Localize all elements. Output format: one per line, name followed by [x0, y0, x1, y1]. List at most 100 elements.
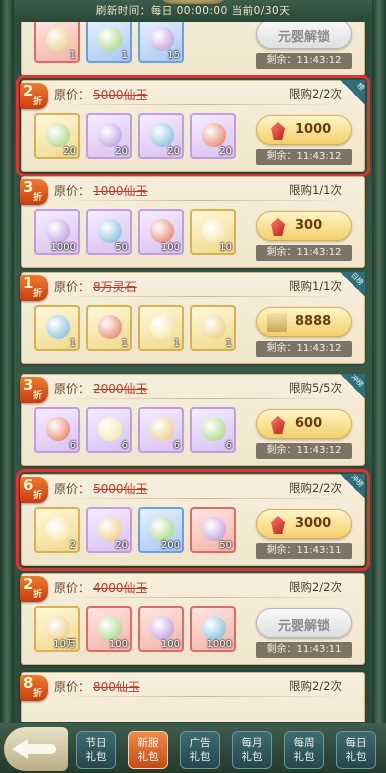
tab-label-line2: 礼包 [241, 751, 263, 763]
reward-item-icon [150, 616, 174, 640]
reward-item[interactable]: 100 [138, 209, 184, 255]
reward-item[interactable]: 20 [190, 113, 236, 159]
reward-item-icon [98, 315, 122, 339]
buy-button[interactable]: 1000 [256, 115, 352, 145]
tab-1[interactable]: 节日 礼包 [76, 731, 116, 769]
jade-gem-icon [271, 416, 285, 434]
reward-item-icon [46, 417, 70, 441]
buy-button[interactable]: 300 [256, 211, 352, 241]
reward-items: 20 20 20 20 [34, 113, 242, 161]
reward-item[interactable]: 20 [86, 507, 132, 553]
gift-pack: 3 折原价： 2000仙玉 限购5/5次 冲榜 6 6 6 6 600 剩余：11:43:12 [20, 373, 365, 466]
reward-item[interactable]: 1 [190, 305, 236, 351]
purchase-limit: 限购2/2次 [288, 481, 342, 495]
reward-quantity: 6 [173, 440, 180, 451]
remaining-time: 剩余：11:43:12 [256, 149, 352, 165]
ranking-corner-tag: 冲榜 [339, 473, 365, 498]
unlock-button[interactable]: 元婴解锁 [256, 22, 352, 49]
reward-item[interactable]: 100 [86, 606, 132, 652]
reward-quantity: 1 [121, 338, 128, 349]
price-label: 元婴解锁 [277, 619, 330, 634]
reward-item[interactable]: 6 [138, 407, 184, 453]
tab-5[interactable]: 每周 礼包 [284, 731, 324, 769]
reward-quantity: 1 [69, 50, 76, 61]
unlock-button[interactable]: 元婴解锁 [256, 608, 352, 638]
reward-item[interactable]: 1 [86, 305, 132, 351]
discount-badge: 3折 [20, 178, 48, 205]
reward-item-icon [46, 219, 70, 243]
reward-item[interactable]: 100 [138, 606, 184, 652]
gift-pack: 3 折原价： 1000仙玉 限购1/1次 1000 50 100 10 300 剩余：11:43:… [20, 176, 365, 268]
reward-item-icon [150, 315, 174, 339]
reward-quantity: 50 [115, 242, 128, 253]
price-label: 600 [295, 416, 323, 431]
reward-item[interactable]: 1 [86, 22, 132, 63]
reward-quantity: 1 [225, 338, 232, 349]
price-label: 300 [295, 218, 323, 233]
original-price: 800仙玉 [93, 680, 140, 694]
discount-unit: 折 [33, 193, 43, 203]
reward-item-icon [202, 417, 226, 441]
purchase-limit: 限购5/5次 [288, 381, 342, 395]
reward-quantity: 50 [219, 540, 232, 551]
original-price: 8万灵石 [93, 280, 137, 294]
reward-quantity: 15 [167, 50, 180, 61]
reward-items: 1 1 1 1 [34, 305, 242, 353]
reward-item[interactable]: 1 [34, 305, 80, 351]
discount-badge: 6折 [20, 476, 48, 503]
discount-badge: 3折 [20, 376, 48, 403]
reward-item[interactable]: 6 [190, 407, 236, 453]
tab-label-line1: 每日 [345, 737, 367, 749]
original-price: 2000仙玉 [93, 382, 148, 396]
buy-button[interactable]: 8888 [256, 307, 352, 337]
reward-item[interactable]: 2 [34, 507, 80, 553]
reward-item[interactable]: 50 [86, 209, 132, 255]
reward-quantity: 100 [160, 639, 180, 650]
buy-button[interactable]: 600 [256, 409, 352, 439]
reward-item-icon [98, 417, 122, 441]
reward-item-icon [98, 219, 122, 243]
purchase-limit: 限购2/2次 [288, 679, 342, 693]
remaining-time: 剩余：11:43:12 [256, 245, 352, 261]
jade-gem-icon [271, 516, 285, 534]
reward-item[interactable]: 20 [138, 113, 184, 159]
gift-pack-list[interactable]: 1 1 15 元婴解锁 剩余：11:43:12 2 折原价： 5000仙玉 限购2/2次榜 20 2… [16, 22, 370, 722]
reward-item[interactable]: 20 [34, 113, 80, 159]
discount-unit: 折 [33, 491, 43, 501]
reward-item[interactable]: 10 [190, 209, 236, 255]
jade-gem-icon [271, 122, 285, 140]
reward-items: 2 20 200 50 [34, 507, 242, 555]
reward-item[interactable]: 1000 [190, 606, 236, 652]
reward-item[interactable]: 1 [34, 22, 80, 63]
pack-header: 6 折原价： 5000仙玉 限购2/2次 冲榜 [20, 473, 365, 503]
reward-item[interactable]: 1000 [34, 209, 80, 255]
reward-item[interactable]: 50 [190, 507, 236, 553]
discount-badge: 8折 [20, 674, 48, 701]
reward-item[interactable]: 200 [138, 507, 184, 553]
remaining-time: 剩余：11:43:11 [256, 642, 352, 658]
remaining-time: 剩余：11:43:12 [256, 443, 352, 459]
tab-6[interactable]: 每日 礼包 [336, 731, 376, 769]
reward-item[interactable]: 10万 [34, 606, 80, 652]
tab-2[interactable]: 新服 礼包 [128, 731, 168, 769]
reward-item[interactable]: 6 [34, 407, 80, 453]
tab-label-line2: 礼包 [293, 751, 315, 763]
reward-item[interactable]: 6 [86, 407, 132, 453]
tab-3[interactable]: 广告 礼包 [180, 731, 220, 769]
pack-header: 2 折原价： 5000仙玉 限购2/2次榜 [20, 80, 366, 109]
tab-4[interactable]: 每月 礼包 [232, 731, 272, 769]
reward-item-icon [202, 219, 226, 243]
original-price-label: 原价： [54, 482, 91, 496]
back-button[interactable] [4, 727, 68, 771]
reward-quantity: 20 [167, 146, 180, 157]
gift-pack: 1 1 15 元婴解锁 剩余：11:43:12 [21, 22, 365, 76]
reward-item-icon [202, 616, 226, 640]
buy-button[interactable]: 3000 [256, 509, 352, 539]
reward-item[interactable]: 15 [138, 22, 184, 63]
reward-quantity: 2 [69, 540, 76, 551]
reward-item[interactable]: 20 [86, 113, 132, 159]
reward-quantity: 100 [108, 639, 128, 650]
discount-unit: 折 [33, 97, 43, 107]
reward-item[interactable]: 1 [138, 305, 184, 351]
reward-quantity: 1 [173, 338, 180, 349]
